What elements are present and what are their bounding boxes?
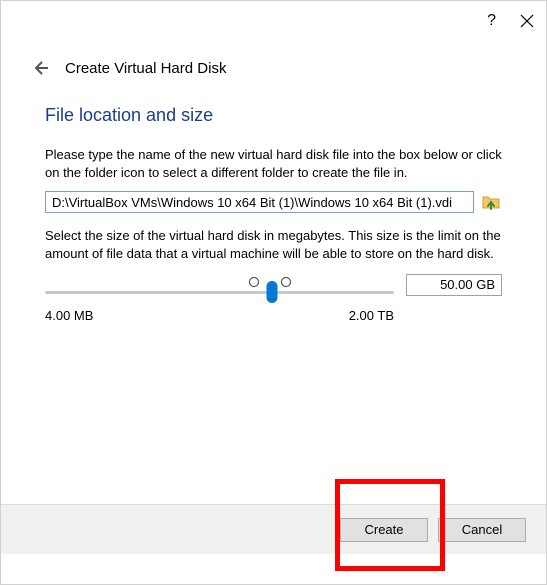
size-slider[interactable]	[45, 291, 394, 294]
create-button[interactable]: Create	[340, 518, 428, 542]
section-heading: File location and size	[45, 105, 502, 126]
help-icon[interactable]: ?	[487, 12, 496, 30]
slider-min-label: 4.00 MB	[45, 308, 93, 323]
browse-folder-icon[interactable]	[480, 191, 502, 213]
button-bar: Create Cancel	[1, 504, 546, 554]
wizard-header: Create Virtual Hard Disk	[1, 41, 546, 85]
size-slider-group: 50.00 GB 4.00 MB 2.00 TB	[45, 274, 502, 323]
slider-labels: 4.00 MB 2.00 TB	[45, 308, 502, 323]
content-area: File location and size Please type the n…	[1, 85, 546, 323]
slider-max-label: 2.00 TB	[349, 308, 394, 323]
size-description: Select the size of the virtual hard disk…	[45, 227, 502, 262]
slider-marker-icon	[281, 277, 291, 287]
back-arrow-icon[interactable]	[31, 59, 49, 77]
slider-marker-icon	[249, 277, 259, 287]
titlebar: ?	[1, 1, 546, 41]
slider-track-area	[45, 277, 394, 294]
close-icon[interactable]	[520, 14, 534, 28]
wizard-title: Create Virtual Hard Disk	[65, 60, 226, 77]
location-description: Please type the name of the new virtual …	[45, 146, 502, 181]
slider-thumb[interactable]	[266, 281, 277, 303]
file-path-input[interactable]	[45, 191, 474, 213]
cancel-button[interactable]: Cancel	[438, 518, 526, 542]
size-value-display[interactable]: 50.00 GB	[406, 274, 502, 296]
path-row	[45, 191, 502, 213]
